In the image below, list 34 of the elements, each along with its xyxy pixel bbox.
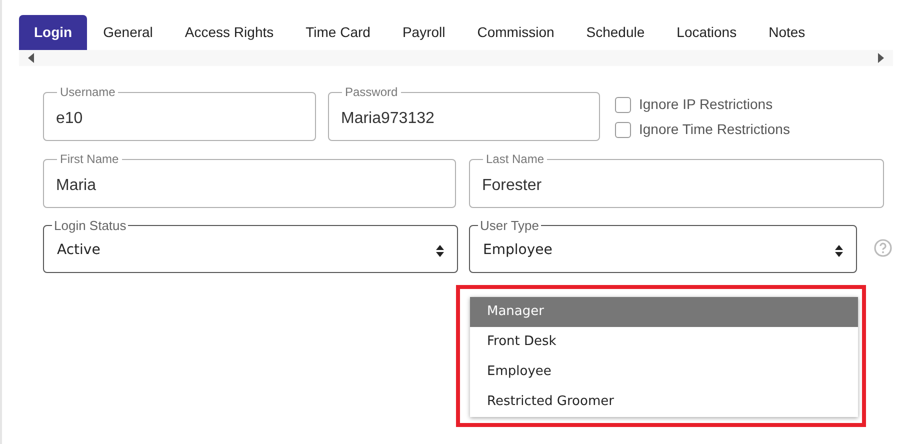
tab[interactable]: Access Rights [168, 15, 290, 50]
tab[interactable]: Commission [461, 15, 570, 50]
help-icon[interactable] [874, 238, 892, 256]
checkbox[interactable] [615, 96, 631, 112]
dropdown-option[interactable]: Manager [470, 297, 858, 327]
dropdown-option[interactable]: Restricted Groomer [470, 387, 858, 417]
checkbox[interactable] [615, 122, 631, 138]
field-value: e10 [56, 109, 84, 129]
field-label: First Name [59, 151, 120, 168]
field-value: Forester [482, 176, 543, 196]
sort-caret-icon [835, 244, 843, 257]
field-label: Username [59, 84, 116, 101]
dropdown-option[interactable]: Employee [470, 357, 858, 387]
tab[interactable]: Schedule [570, 15, 661, 50]
field-label: Login Status [53, 217, 128, 235]
checkbox-label: Ignore Time Restrictions [639, 120, 790, 139]
sort-caret-icon [436, 244, 444, 257]
scroll-right-icon[interactable] [878, 53, 884, 63]
checkbox-label: Ignore IP Restrictions [639, 95, 773, 114]
scroll-left-icon[interactable] [28, 53, 34, 63]
tab[interactable]: Locations [660, 15, 753, 50]
field-label: Password [344, 84, 399, 101]
dropdown-option[interactable]: Front Desk [470, 327, 858, 357]
field-value: Active [57, 241, 100, 260]
field-value: Maria [56, 176, 98, 196]
field-value: Employee [483, 241, 552, 260]
tab[interactable]: Time Card [290, 15, 386, 50]
tab[interactable]: Payroll [386, 15, 462, 50]
field-value: Maria973132 [341, 109, 436, 129]
field-label: User Type [479, 217, 540, 235]
field-label: Last Name [485, 151, 546, 168]
tab[interactable]: Login [19, 15, 88, 50]
tab[interactable]: Notes [752, 15, 822, 50]
tab[interactable]: General [87, 15, 169, 50]
